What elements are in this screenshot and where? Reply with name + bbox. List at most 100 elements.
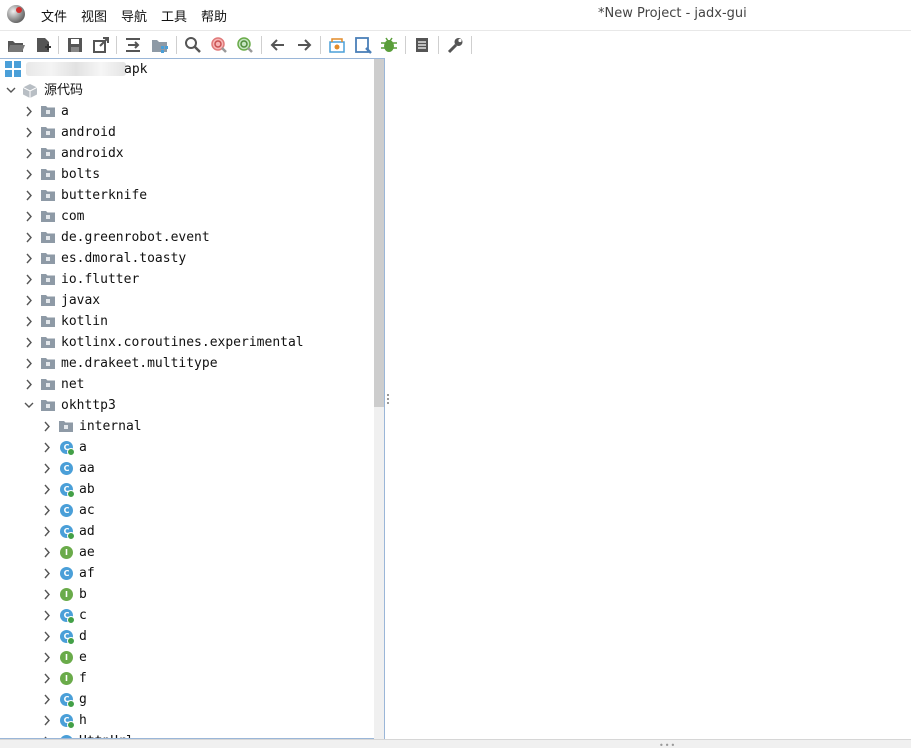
source-package-icon [23, 84, 37, 98]
tree-node-label: okhttp3 [61, 398, 116, 413]
expand-arrow-icon[interactable] [24, 122, 34, 143]
expand-arrow-icon[interactable] [42, 416, 52, 437]
debugger-icon[interactable] [379, 35, 399, 55]
expand-arrow-icon[interactable] [42, 731, 52, 739]
icon-letter: C [63, 506, 70, 515]
tree-node-label: net [61, 377, 85, 392]
expand-arrow-icon[interactable] [42, 689, 52, 710]
icon-letter: I [65, 548, 68, 557]
expand-arrow-icon[interactable] [24, 332, 34, 353]
interface-icon: I [60, 546, 73, 559]
package-folder-icon [41, 106, 55, 117]
tree-scrollbar-thumb[interactable] [374, 59, 384, 407]
modified-badge-icon [67, 616, 75, 624]
jadx-app-icon [7, 5, 25, 23]
toolbar-separator [438, 36, 439, 54]
tree-node-label: me.drakeet.multitype [61, 356, 218, 371]
expand-arrow-icon[interactable] [42, 437, 52, 458]
class-icon: C [60, 504, 73, 517]
expand-arrow-icon[interactable] [24, 164, 34, 185]
expand-arrow-icon[interactable] [24, 353, 34, 374]
tree-node-label: HttpUrl [79, 731, 134, 738]
package-folder-icon [59, 421, 73, 432]
package-folder-icon [41, 400, 55, 411]
status-resize-grip[interactable]: ••• [659, 741, 676, 750]
tree-node-label: android [61, 125, 116, 140]
find-usage-icon[interactable] [235, 35, 255, 55]
tree-node-label: com [61, 209, 85, 224]
export-icon[interactable] [91, 35, 111, 55]
tree-node-label: af [79, 566, 95, 581]
expand-arrow-icon[interactable] [24, 248, 34, 269]
status-bar [0, 739, 911, 748]
modified-badge-icon [67, 448, 75, 456]
forward-icon[interactable] [294, 35, 314, 55]
expand-arrow-icon[interactable] [42, 563, 52, 584]
expand-arrow-icon[interactable] [42, 458, 52, 479]
menu-help[interactable]: 帮助 [201, 6, 227, 25]
expand-arrow-icon[interactable] [42, 542, 52, 563]
expand-arrow-icon[interactable] [24, 269, 34, 290]
tree-node-label: de.greenrobot.event [61, 230, 210, 245]
expand-arrow-icon[interactable] [42, 500, 52, 521]
collapse-arrow-icon[interactable] [24, 395, 34, 416]
tree-node-label: a [79, 440, 87, 455]
expand-arrow-icon[interactable] [42, 521, 52, 542]
search-icon[interactable] [183, 35, 203, 55]
expand-arrow-icon[interactable] [24, 143, 34, 164]
toolbar-separator [261, 36, 262, 54]
tree-node-label: bolts [61, 167, 101, 182]
menu-file[interactable]: 文件 [41, 6, 67, 25]
quark-icon[interactable] [353, 35, 373, 55]
find-class-icon[interactable] [209, 35, 229, 55]
tree-node-label: a [61, 104, 69, 119]
flatten-packages-icon[interactable] [150, 35, 170, 55]
project-tree-pane: apk 源代码 a android androidx bolts butterknife co… [0, 58, 385, 739]
split-pane-divider[interactable] [386, 392, 390, 408]
menu-view[interactable]: 视图 [81, 6, 107, 25]
interface-icon: I [60, 672, 73, 685]
class-icon: C [60, 714, 75, 729]
save-icon[interactable] [65, 35, 85, 55]
expand-arrow-icon[interactable] [24, 206, 34, 227]
expand-arrow-icon[interactable] [42, 584, 52, 605]
add-file-icon[interactable] [33, 35, 53, 55]
package-folder-icon [41, 190, 55, 201]
expand-arrow-icon[interactable] [24, 101, 34, 122]
back-icon[interactable] [268, 35, 288, 55]
expand-arrow-icon[interactable] [42, 647, 52, 668]
expand-arrow-icon[interactable] [42, 668, 52, 689]
sync-icon[interactable] [123, 35, 143, 55]
expand-arrow-icon[interactable] [42, 626, 52, 647]
package-folder-icon [41, 316, 55, 327]
tree-node-label: ad [79, 524, 95, 539]
log-icon[interactable] [412, 35, 432, 55]
icon-letter: C [63, 569, 70, 578]
expand-arrow-icon[interactable] [24, 311, 34, 332]
toolbar-separator [58, 36, 59, 54]
project-tree: apk 源代码 a android androidx bolts butterknife co… [0, 59, 374, 739]
window-title: *New Project - jadx-gui [598, 6, 747, 21]
expand-arrow-icon[interactable] [24, 227, 34, 248]
tree-node-label: g [79, 692, 87, 707]
preferences-icon[interactable] [445, 35, 465, 55]
expand-arrow-icon[interactable] [24, 374, 34, 395]
tree-node-label: aa [79, 461, 95, 476]
expand-arrow-icon[interactable] [42, 479, 52, 500]
expand-arrow-icon[interactable] [42, 710, 52, 731]
tree-node-label: kotlinx.coroutines.experimental [61, 335, 304, 350]
redacted-filename [26, 62, 126, 76]
apk-root-icon [5, 61, 21, 77]
expand-arrow-icon[interactable] [24, 185, 34, 206]
collapse-arrow-icon[interactable] [6, 80, 16, 101]
tree-node-label: d [79, 629, 87, 644]
menu-navigation[interactable]: 导航 [121, 6, 147, 25]
open-file-icon[interactable] [6, 35, 26, 55]
expand-arrow-icon[interactable] [42, 605, 52, 626]
class-icon: C [60, 483, 75, 498]
package-folder-icon [41, 148, 55, 159]
deobfuscation-icon[interactable] [327, 35, 347, 55]
menu-tools[interactable]: 工具 [161, 6, 187, 25]
package-folder-icon [41, 211, 55, 222]
expand-arrow-icon[interactable] [24, 290, 34, 311]
